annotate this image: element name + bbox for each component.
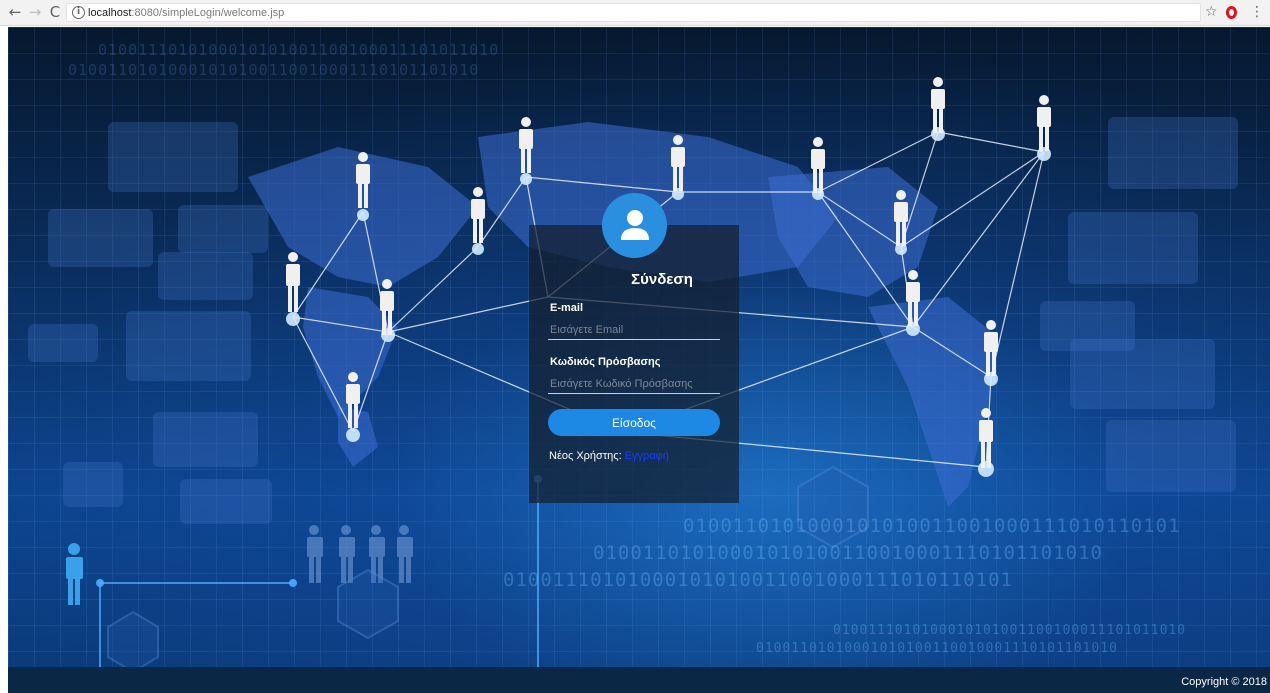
signup-prompt: Νέος Χρήστης:: [549, 450, 622, 462]
binary-text: 0100110101000101010011001000111010110101…: [756, 641, 1118, 656]
email-field[interactable]: [548, 320, 720, 340]
address-bar[interactable]: i localhost:8080/simpleLogin/welcome.jsp: [66, 3, 1201, 22]
binary-text: 0100111010100010101001100100011101011010: [833, 623, 1187, 638]
binary-text: 0100110101000101010011001000111010110101: [683, 515, 1181, 537]
reload-icon[interactable]: C: [46, 3, 64, 21]
url-path: :8080/simpleLogin/welcome.jsp: [131, 7, 285, 19]
back-arrow-icon[interactable]: ←: [6, 3, 24, 21]
email-label: E-mail: [550, 302, 584, 314]
login-title-text: Σύνδεση: [631, 271, 693, 288]
url-text[interactable]: localhost:8080/simpleLogin/welcome.jsp: [88, 6, 284, 20]
user-icon: [621, 210, 649, 240]
password-label: Κωδικός Πρόσβασης: [550, 356, 661, 368]
signup-line: Νέος Χρήστης: Εγγραφή: [549, 450, 669, 462]
star-icon[interactable]: ☆: [1205, 3, 1218, 21]
login-button[interactable]: Είσοδος: [548, 409, 720, 436]
info-icon[interactable]: i: [72, 6, 85, 19]
binary-text: 0100111010100010101001100100011101011010: [98, 41, 500, 59]
url-host: localhost: [88, 7, 132, 19]
standing-person-figure: [66, 543, 83, 605]
binary-text: 0100111010100010101001100100011101011010…: [503, 569, 1013, 591]
binary-text: 0100110101000101010011001000111010110101…: [68, 61, 480, 79]
opera-icon[interactable]: [1226, 6, 1237, 19]
password-field[interactable]: [548, 374, 720, 394]
kebab-menu-icon[interactable]: ⋮: [1250, 3, 1264, 21]
login-title: Σύνδεση: [529, 271, 739, 288]
browser-toolbar: ← → C i localhost:8080/simpleLogin/welco…: [0, 0, 1270, 26]
footer-bar: Copyright © 2018: [8, 667, 1270, 693]
copyright-text: Copyright © 2018: [1181, 676, 1267, 688]
forward-arrow-icon[interactable]: →: [26, 3, 44, 21]
signup-link[interactable]: Εγγραφή: [625, 450, 669, 462]
binary-text: 0100110101000101010011001000111010110101…: [593, 542, 1103, 564]
avatar: [602, 193, 667, 258]
